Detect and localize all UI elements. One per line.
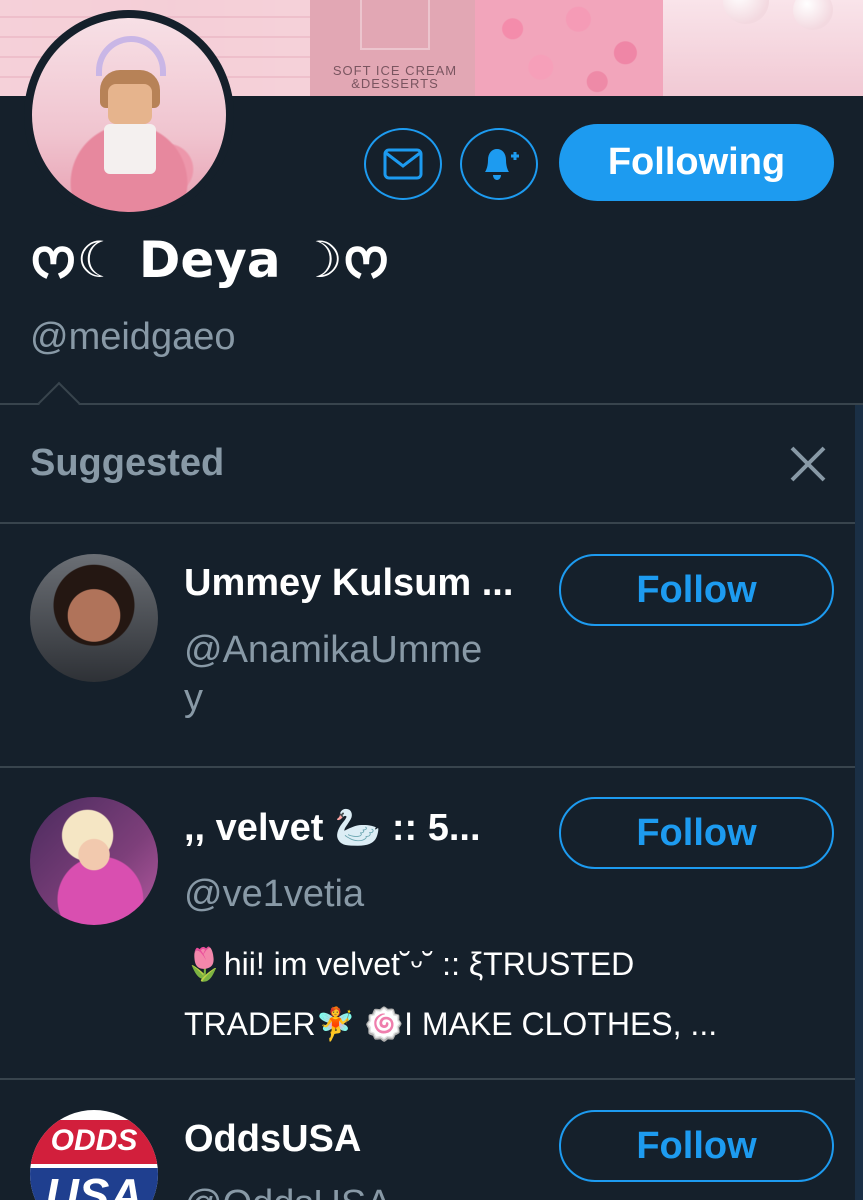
close-icon[interactable]	[788, 444, 828, 484]
suggested-handle: @OddsUSA	[184, 1180, 392, 1200]
profile-handle: @meidgaeo	[30, 316, 236, 358]
profile-display-name: ᰔ☾ Deya ☽ᰔ	[30, 231, 390, 289]
follow-button[interactable]: Follow	[559, 797, 834, 869]
following-button[interactable]: Following	[559, 124, 834, 201]
profile-avatar-frame[interactable]	[24, 10, 234, 220]
suggested-handle: @AnamikaUmme y	[184, 629, 483, 719]
row-divider	[0, 766, 855, 768]
profile-avatar	[32, 18, 226, 212]
suggested-avatar[interactable]: ODDS USA	[30, 1110, 158, 1200]
bell-plus-icon	[485, 149, 519, 180]
notifications-button[interactable]	[460, 128, 538, 200]
suggested-name[interactable]: Ummey Kulsum ...	[184, 562, 513, 605]
suggested-avatar[interactable]	[30, 554, 158, 682]
mail-icon	[383, 148, 423, 180]
suggested-avatar[interactable]	[30, 797, 158, 925]
message-button[interactable]	[364, 128, 442, 200]
suggested-handle: @ve1vetia	[184, 873, 365, 915]
suggested-title: Suggested	[30, 442, 225, 484]
suggested-bio: 🌷hii! im velvet˘ᵕ˘ :: ξTRUSTED TRADER🧚 🍥…	[184, 946, 718, 1042]
follow-button[interactable]: Follow	[559, 554, 834, 626]
profile-divider	[0, 403, 863, 405]
banner-cup-graphic	[360, 0, 430, 50]
banner-tile-candy	[475, 0, 663, 96]
banner-tile-balloons	[663, 0, 863, 96]
suggested-name[interactable]: ,, velvet 🦢 :: 5...	[184, 806, 481, 850]
scrollbar-edge	[855, 405, 863, 1200]
banner-caption: SOFT ICE CREAM &DESSERTS	[332, 63, 458, 91]
follow-button[interactable]: Follow	[559, 1110, 834, 1182]
suggested-name[interactable]: OddsUSA	[184, 1118, 361, 1161]
row-divider	[0, 522, 855, 524]
row-divider	[0, 1078, 855, 1080]
